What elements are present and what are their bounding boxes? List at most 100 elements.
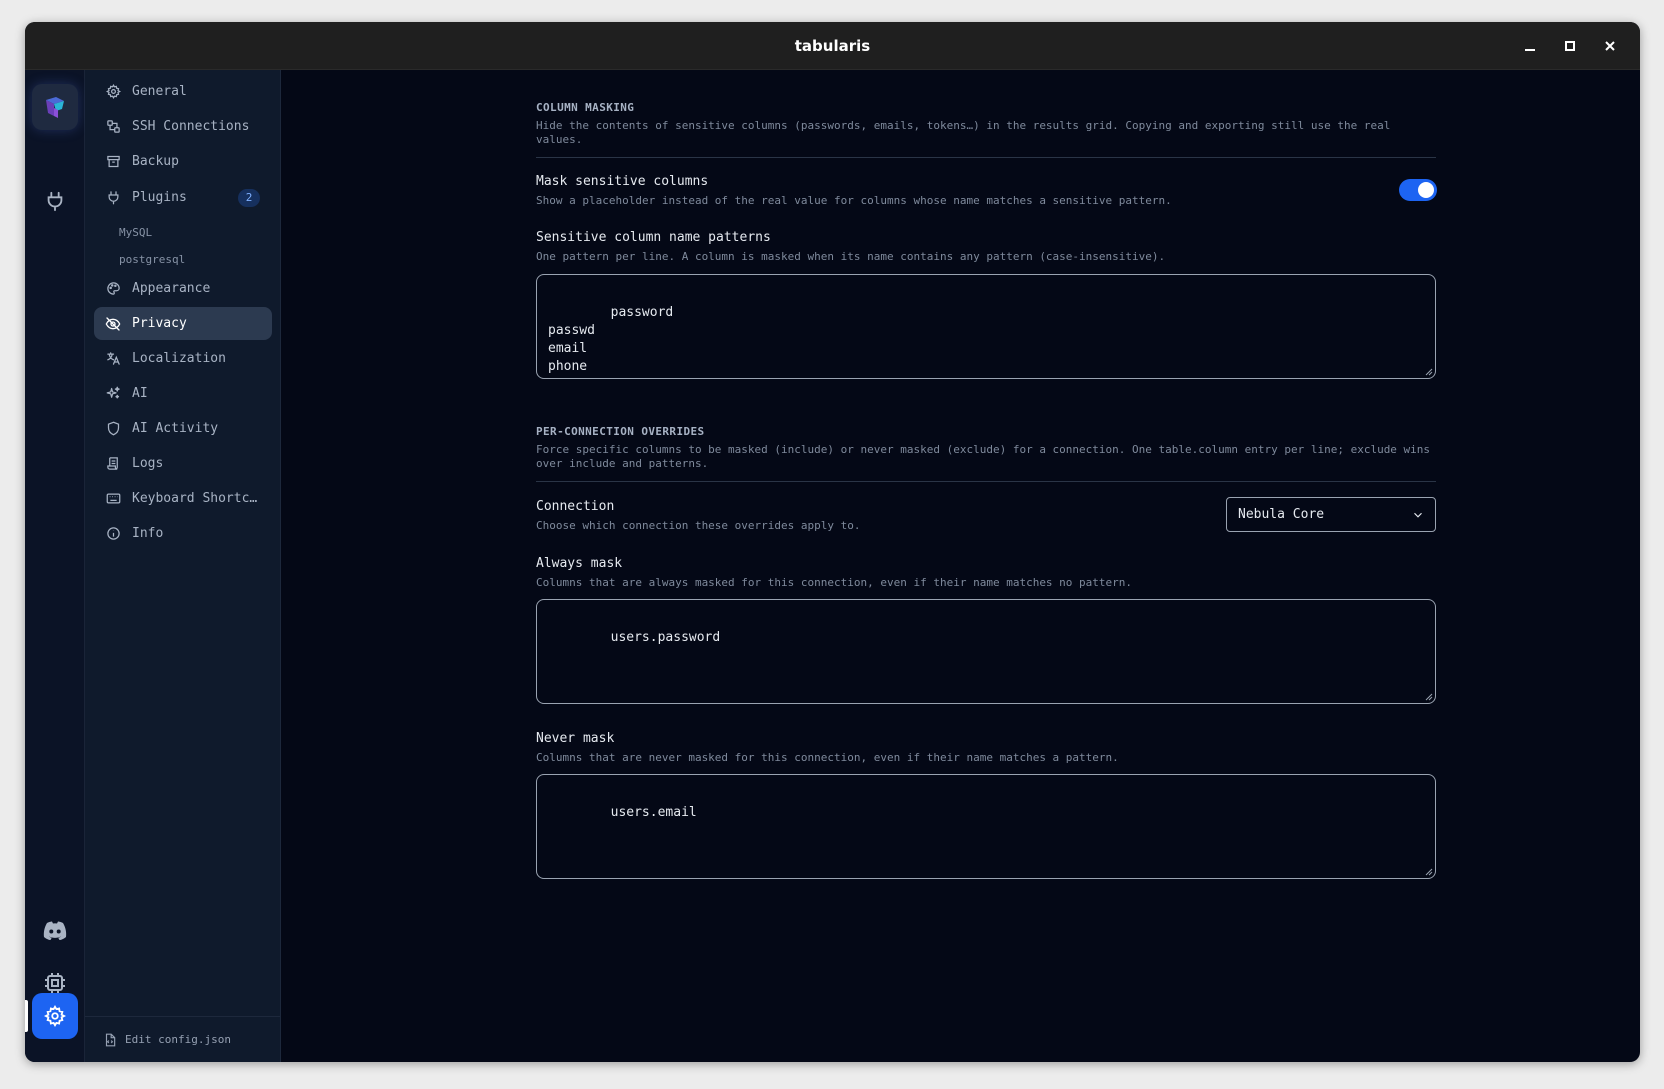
eye-off-icon	[104, 315, 122, 333]
sidebar-item-label: Info	[132, 526, 164, 541]
cpu-icon	[45, 973, 65, 993]
gear-icon	[44, 1005, 66, 1027]
app-logo-button[interactable]	[32, 84, 78, 130]
sidebar-item-label: AI	[132, 386, 148, 401]
sidebar-item-plugins[interactable]: Plugins 2	[94, 181, 272, 214]
sidebar-item-general[interactable]: General	[94, 75, 272, 108]
connection-select[interactable]: Nebula Core	[1226, 497, 1436, 532]
sidebar-item-backup[interactable]: Backup	[94, 145, 272, 178]
connection-row: Connection Choose which connection these…	[536, 499, 1196, 532]
always-mask-textarea[interactable]: users.password	[536, 599, 1436, 704]
edit-config-label: Edit config.json	[125, 1033, 231, 1046]
maximize-button[interactable]	[1558, 34, 1582, 58]
window-title: tabularis	[794, 37, 871, 55]
plugins-count-badge: 2	[238, 189, 260, 207]
palette-icon	[104, 280, 122, 298]
info-icon	[104, 525, 122, 543]
mask-sensitive-desc: Show a placeholder instead of the real v…	[536, 194, 1172, 207]
patterns-header: Sensitive column name patterns One patte…	[536, 230, 1436, 263]
sidebar-item-localization[interactable]: Localization	[94, 342, 272, 375]
never-mask-desc: Columns that are never masked for this c…	[536, 751, 1119, 764]
title-bar: tabularis	[25, 22, 1640, 70]
ssh-icon	[104, 118, 122, 136]
always-mask-label: Always mask	[536, 556, 623, 571]
never-mask-header: Never mask Columns that are never masked…	[536, 731, 1436, 764]
plugin-item-mysql[interactable]: MySQL	[119, 226, 152, 239]
section-heading: PER-CONNECTION OVERRIDES	[536, 425, 705, 438]
sidebar-item-label: Plugins	[132, 190, 187, 205]
sidebar-item-ai-activity[interactable]: AI Activity	[94, 412, 272, 445]
mask-sensitive-toggle[interactable]	[1399, 179, 1437, 201]
shield-icon	[104, 420, 122, 438]
plugin-item-postgresql[interactable]: postgresql	[119, 253, 185, 266]
sidebar-item-appearance[interactable]: Appearance	[94, 272, 272, 305]
minimize-button[interactable]	[1518, 34, 1542, 58]
sidebar-item-label: General	[132, 84, 187, 99]
discord-rail-button[interactable]	[32, 908, 78, 954]
settings-sidebar: General SSH Connections Backup Plugins 2…	[85, 70, 281, 1062]
sidebar-item-logs[interactable]: Logs	[94, 447, 272, 480]
minimize-icon	[1525, 49, 1535, 51]
mask-setting-row: Mask sensitive columns Show a placeholde…	[536, 174, 1386, 207]
mask-sensitive-label: Mask sensitive columns	[536, 174, 709, 189]
sidebar-item-label: Keyboard Shortc…	[132, 491, 258, 506]
app-window: tabularis General SSH Connections Backup…	[25, 22, 1640, 1062]
sidebar-item-label: SSH Connections	[132, 119, 250, 134]
never-mask-value: users.email	[610, 805, 697, 820]
always-mask-value: users.password	[610, 630, 721, 645]
sidebar-item-label: AI Activity	[132, 421, 219, 436]
discord-icon	[43, 921, 67, 940]
never-mask-textarea[interactable]: users.email	[536, 774, 1436, 879]
maximize-icon	[1565, 41, 1575, 51]
patterns-desc: One pattern per line. A column is masked…	[536, 250, 1166, 263]
settings-main: COLUMN MASKING Hide the contents of sens…	[281, 70, 1640, 1062]
connection-desc: Choose which connection these overrides …	[536, 519, 861, 532]
overrides-header: PER-CONNECTION OVERRIDES Force specific …	[536, 425, 1436, 471]
scroll-icon	[104, 455, 122, 473]
settings-rail-button[interactable]	[32, 993, 78, 1039]
patterns-label: Sensitive column name patterns	[536, 230, 771, 245]
patterns-value: password passwd email phone ssn	[548, 305, 674, 378]
resize-grip-icon[interactable]	[1425, 693, 1433, 701]
patterns-textarea[interactable]: password passwd email phone ssn	[536, 274, 1436, 379]
active-rail-marker	[25, 1000, 28, 1032]
sidebar-item-keyboard-shortcuts[interactable]: Keyboard Shortc…	[94, 482, 272, 515]
sidebar-item-label: Appearance	[132, 281, 211, 296]
gear-icon	[104, 83, 122, 101]
resize-grip-icon[interactable]	[1425, 868, 1433, 876]
sidebar-item-label: Privacy	[132, 316, 187, 331]
section-description: Hide the contents of sensitive columns (…	[536, 119, 1391, 146]
icon-rail	[25, 70, 85, 1062]
sidebar-item-privacy[interactable]: Privacy	[94, 307, 272, 340]
sidebar-item-info[interactable]: Info	[94, 517, 272, 550]
connection-select-value: Nebula Core	[1238, 507, 1325, 522]
connection-label: Connection	[536, 499, 615, 514]
sidebar-item-ai[interactable]: AI	[94, 377, 272, 410]
sidebar-item-label: Logs	[132, 456, 164, 471]
edit-config-button[interactable]: Edit config.json	[85, 1016, 280, 1062]
file-code-icon	[105, 1033, 116, 1046]
app-logo-icon	[46, 97, 64, 118]
archive-icon	[104, 153, 122, 171]
connections-rail-button[interactable]	[32, 178, 78, 224]
close-icon	[1605, 41, 1615, 51]
chevron-down-icon	[1414, 512, 1422, 518]
plug-icon	[47, 191, 63, 212]
translate-icon	[104, 350, 122, 368]
sparkles-icon	[104, 385, 122, 403]
keyboard-icon	[104, 490, 122, 508]
close-button[interactable]	[1598, 34, 1622, 58]
section-description: Force specific columns to be masked (inc…	[536, 443, 1431, 470]
resize-grip-icon[interactable]	[1425, 368, 1433, 376]
always-mask-header: Always mask Columns that are always mask…	[536, 556, 1436, 589]
column-masking-header: COLUMN MASKING Hide the contents of sens…	[536, 101, 1436, 147]
sidebar-item-label: Backup	[132, 154, 179, 169]
section-divider	[536, 481, 1436, 482]
always-mask-desc: Columns that are always masked for this …	[536, 576, 1133, 589]
sidebar-item-label: Localization	[132, 351, 226, 366]
toggle-knob	[1418, 182, 1434, 198]
sidebar-item-ssh-connections[interactable]: SSH Connections	[94, 110, 272, 143]
never-mask-label: Never mask	[536, 731, 615, 746]
plug-icon	[104, 189, 122, 207]
section-divider	[536, 157, 1436, 158]
